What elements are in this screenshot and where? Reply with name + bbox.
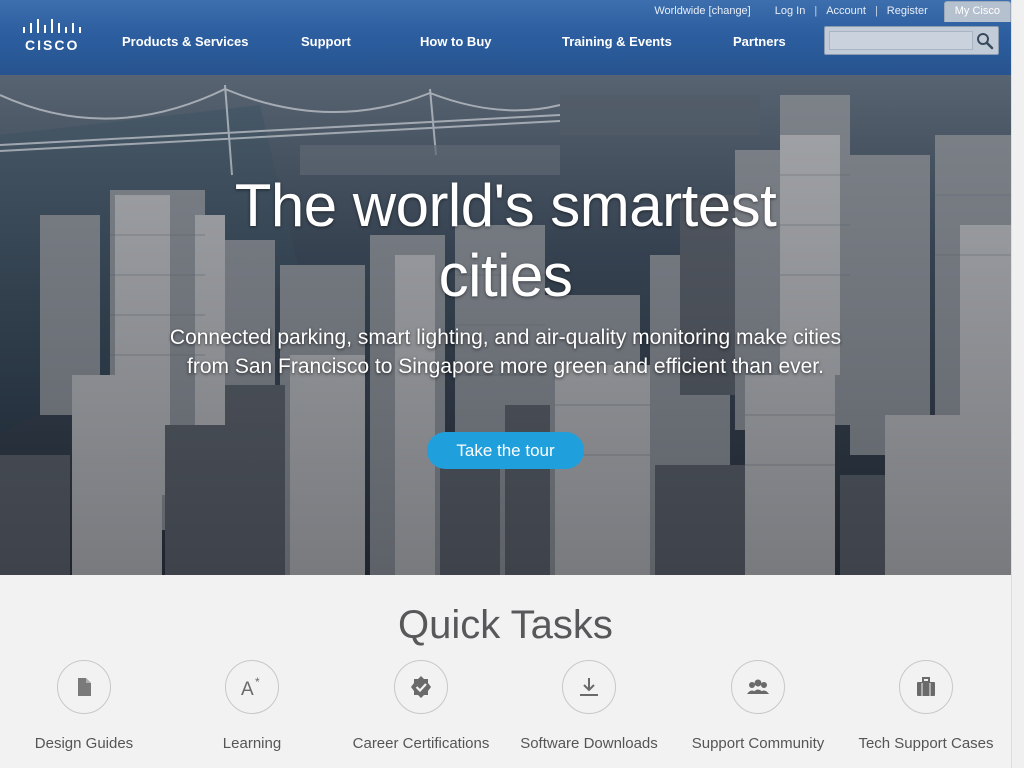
search-input[interactable]	[829, 31, 973, 50]
my-cisco-tab[interactable]: My Cisco	[943, 1, 1011, 22]
quick-task-learning[interactable]: A * Learning	[167, 660, 337, 752]
certification-badge-icon	[394, 660, 448, 714]
quick-task-label: Support Community	[691, 735, 825, 752]
search-box	[824, 26, 999, 55]
utility-links: Worldwide [change] Log In | Account | Re…	[654, 1, 1011, 22]
search-icon[interactable]	[976, 32, 994, 50]
quick-task-label: Learning	[222, 735, 282, 752]
community-icon	[731, 660, 785, 714]
separator: |	[874, 5, 878, 17]
hero-banner: The world's smartest cities Connected pa…	[0, 75, 1011, 575]
quick-tasks-section: Quick Tasks Design Guides A * Learning C…	[0, 575, 1011, 768]
quick-task-design-guides[interactable]: Design Guides	[0, 660, 169, 752]
svg-text:*: *	[255, 675, 260, 689]
document-icon	[57, 660, 111, 714]
quick-task-software-downloads[interactable]: Software Downloads	[504, 660, 674, 752]
quick-task-support-community[interactable]: Support Community	[673, 660, 843, 752]
svg-text:A: A	[241, 679, 254, 699]
site-header: CISCO Worldwide [change] Log In | Accoun…	[0, 0, 1011, 75]
quick-task-label: Design Guides	[34, 735, 134, 752]
hero-subtitle: Connected parking, smart lighting, and a…	[169, 326, 842, 378]
separator: |	[814, 5, 818, 17]
main-nav: Products & Services Support How to Buy T…	[0, 34, 820, 49]
vertical-scrollbar[interactable]	[1011, 0, 1024, 768]
quick-task-tech-support-cases[interactable]: Tech Support Cases	[841, 660, 1011, 752]
login-link[interactable]: Log In	[775, 5, 806, 17]
briefcase-icon	[899, 660, 953, 714]
quick-tasks-title: Quick Tasks	[398, 603, 613, 647]
quick-task-label: Tech Support Cases	[858, 735, 994, 752]
nav-support[interactable]: Support	[301, 34, 351, 49]
account-link[interactable]: Account	[826, 5, 866, 17]
register-link[interactable]: Register	[887, 5, 928, 17]
quick-task-label: Career Certifications	[352, 735, 490, 752]
quick-task-label: Software Downloads	[520, 735, 658, 752]
hero-title-line-2: cities	[438, 242, 573, 309]
download-icon	[562, 660, 616, 714]
hero-title-line-1: The world's smartest	[234, 172, 777, 239]
quick-task-career-certifications[interactable]: Career Certifications	[336, 660, 506, 752]
hero-title: The world's smartest cities	[0, 171, 1011, 311]
nav-how-to-buy[interactable]: How to Buy	[420, 34, 492, 49]
take-the-tour-button[interactable]: Take the tour	[427, 432, 584, 469]
nav-training-events[interactable]: Training & Events	[562, 34, 672, 49]
nav-partners[interactable]: Partners	[733, 34, 786, 49]
worldwide-change-link[interactable]: Worldwide [change]	[654, 5, 750, 17]
nav-products-services[interactable]: Products & Services	[122, 34, 248, 49]
learning-icon: A *	[225, 660, 279, 714]
